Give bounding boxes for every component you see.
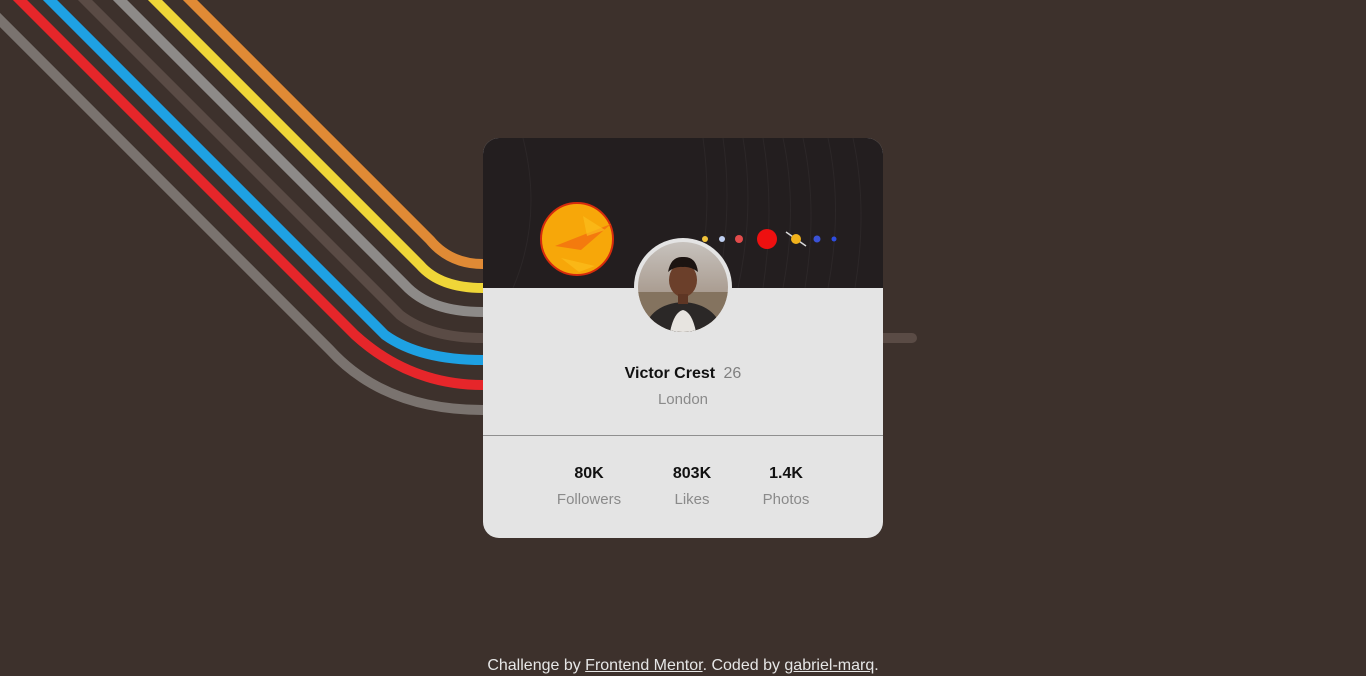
avatar-photo — [638, 242, 728, 332]
footer-suffix: . — [874, 657, 879, 674]
footer-middle: . Coded by — [702, 657, 785, 674]
sun-icon — [540, 202, 614, 276]
footer-prefix: Challenge by — [487, 657, 586, 674]
card-divider — [483, 435, 883, 436]
frontend-mentor-link[interactable]: Frontend Mentor — [585, 657, 702, 674]
profile-identity: Victor Crest 26 London — [483, 364, 883, 410]
profile-age: 26 — [723, 365, 742, 382]
planets-icon — [702, 229, 837, 249]
attribution-footer: Challenge by Frontend Mentor. Coded by g… — [0, 656, 1366, 676]
stat-label: Photos — [762, 491, 810, 508]
stripe-orange — [182, 0, 488, 269]
avatar — [638, 242, 728, 332]
avatar-frame — [634, 238, 732, 336]
stat-followers: 80K Followers — [539, 464, 639, 510]
stat-value: 80K — [574, 465, 604, 482]
stat-photos: 1.4K Photos — [736, 464, 836, 510]
profile-card: Victor Crest 26 London 80K Followers 803… — [483, 138, 883, 538]
name-line: Victor Crest 26 — [483, 364, 883, 384]
stat-likes: 803K Likes — [642, 464, 742, 510]
profile-name: Victor Crest — [624, 365, 716, 382]
stripe-brown — [77, 0, 488, 343]
stat-label: Likes — [674, 491, 710, 508]
stat-label: Followers — [556, 491, 622, 508]
author-link[interactable]: gabriel-marq — [784, 657, 874, 674]
stat-value: 1.4K — [769, 465, 803, 482]
stat-value: 803K — [672, 465, 712, 482]
profile-location: London — [657, 391, 709, 408]
